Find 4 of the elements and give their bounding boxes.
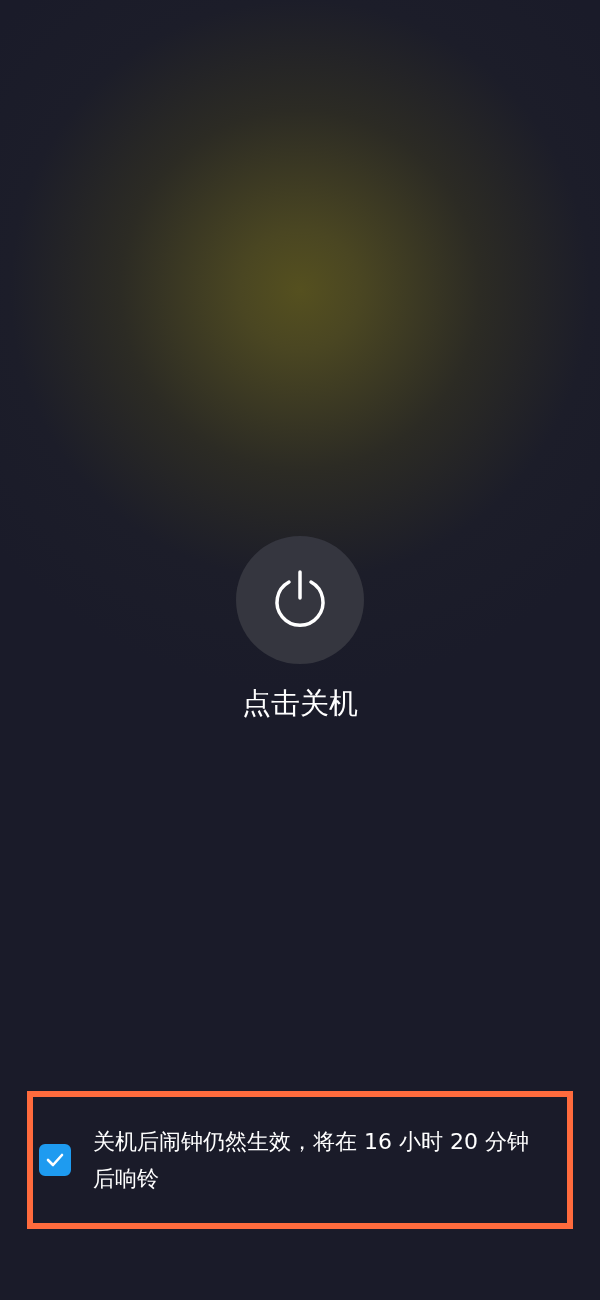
power-off-label: 点击关机 [242, 685, 358, 722]
alarm-notice: 关机后闹钟仍然生效，将在 16 小时 20 分钟后响铃 [93, 1128, 530, 1193]
checkbox[interactable] [39, 1144, 71, 1176]
check-icon [45, 1152, 65, 1168]
